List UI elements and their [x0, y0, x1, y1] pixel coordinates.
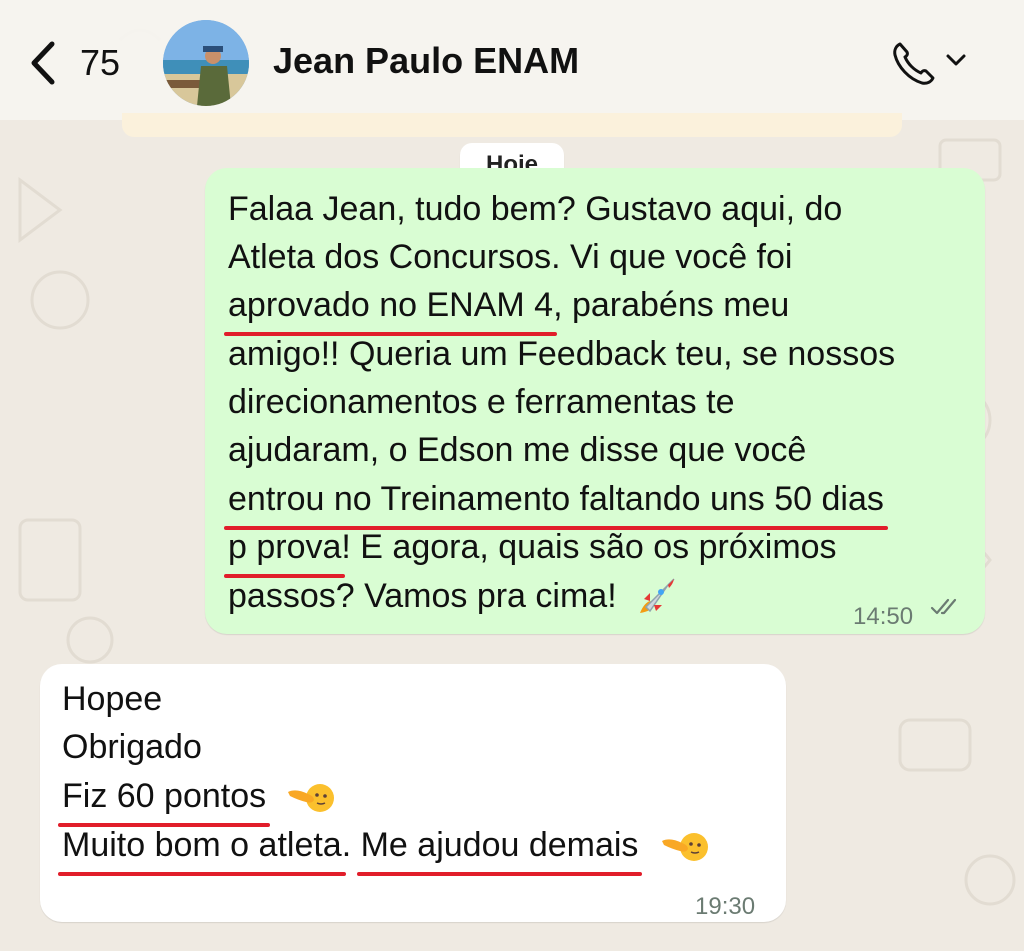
message-line: Falaa Jean, tudo bem? Gustavo aqui, do [228, 190, 843, 228]
line-text: , parabéns meu [553, 286, 790, 324]
message-line: Fiz 60 pontos [57, 772, 336, 826]
message-time: 19:30 [695, 893, 756, 920]
underlined-text: Me ajudou demais [356, 821, 643, 875]
back-chevron-icon[interactable] [28, 40, 58, 86]
message-line: Obrigado [62, 728, 202, 766]
message-line: direcionamentos e ferramentas te [228, 383, 735, 421]
message-line: amigo!! Queria um Feedback teu, se nosso… [228, 335, 896, 373]
message-line: passos? Vamos pra cima! [228, 572, 678, 621]
phone-icon[interactable] [888, 38, 938, 88]
pointing-emoji [287, 784, 334, 813]
message-line: Hopee [62, 680, 163, 718]
rocket-emoji [640, 578, 675, 614]
chevron-down-icon[interactable] [945, 52, 967, 68]
message-line: p prova! E agora, quais são os próximos [223, 523, 837, 577]
message-line: entrou no Treinamento faltando uns 50 di… [224, 475, 888, 529]
pinned-banner[interactable] [122, 113, 902, 137]
incoming-message-bubble[interactable]: Hopee Obrigado Fiz 60 pontos Muito bom o… [40, 664, 786, 922]
message-line: Muito bom o atleta. Me ajudou demais [58, 821, 710, 875]
line-text: ! E agora, quais são os próximos [341, 528, 837, 566]
avatar[interactable] [163, 20, 249, 106]
outgoing-message-bubble[interactable]: Falaa Jean, tudo bem? Gustavo aqui, do A… [205, 168, 985, 634]
double-check-icon [930, 598, 957, 615]
contact-name[interactable]: Jean Paulo ENAM [273, 40, 579, 82]
unread-count[interactable]: 75 [80, 42, 120, 84]
underlined-text: Muito bom o atleta [58, 821, 346, 875]
chat-header: 75 Jean Paulo ENAM [0, 0, 1024, 120]
line-text: . [341, 826, 361, 864]
message-time: 14:50 [853, 603, 914, 630]
pointing-emoji [661, 833, 708, 862]
underlined-text: Fiz 60 pontos [57, 772, 271, 826]
message-line: aprovado no ENAM 4, parabéns meu [223, 281, 790, 335]
message-line: Atleta dos Concursos. Vi que você foi [228, 238, 793, 276]
line-text: passos? Vamos pra cima! [228, 577, 617, 615]
message-line: ajudaram, o Edson me disse que você [228, 431, 807, 469]
underlined-text: aprovado no ENAM 4 [223, 281, 558, 335]
underlined-text: entrou no Treinamento faltando uns 50 di… [224, 475, 888, 529]
underlined-text: p prova [223, 523, 346, 577]
